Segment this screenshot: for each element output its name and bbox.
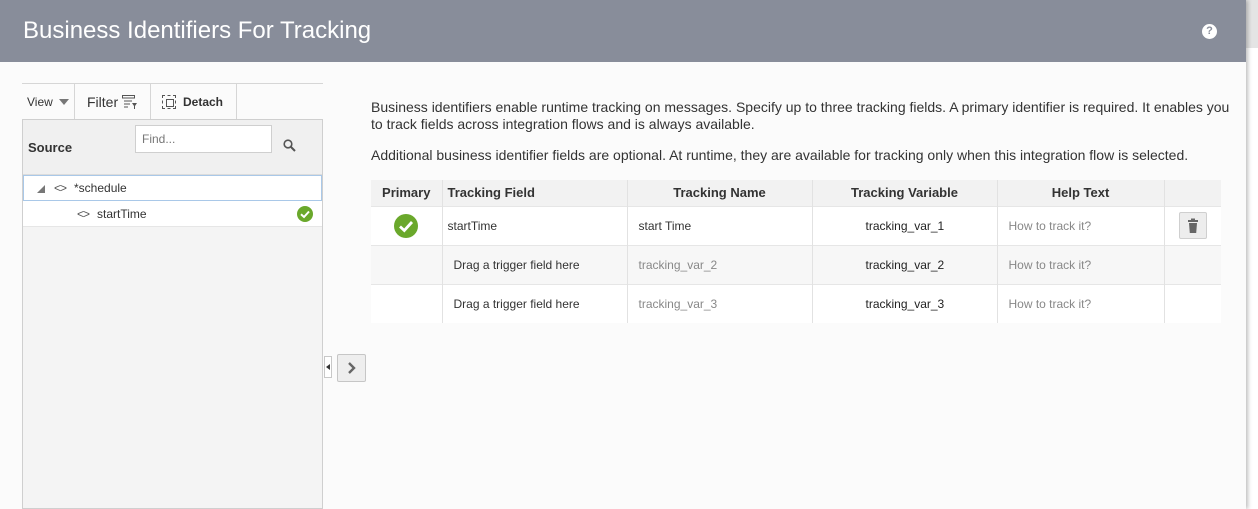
view-label: View bbox=[27, 94, 53, 109]
tracking-dialog: Business Identifiers For Tracking ? View… bbox=[0, 0, 1246, 509]
search-icon[interactable] bbox=[283, 139, 296, 152]
column-header-tracking-name: Tracking Name bbox=[626, 180, 812, 206]
help-text-input[interactable]: How to track it? bbox=[996, 244, 1164, 284]
actions-cell bbox=[1163, 283, 1221, 323]
description-optional-text: Additional business identifier fields ar… bbox=[371, 147, 1189, 163]
actions-cell bbox=[1163, 205, 1221, 245]
primary-cell bbox=[371, 205, 442, 245]
table-row: Drag a trigger field here tracking_var_3… bbox=[371, 283, 1221, 323]
dialog-header: Business Identifiers For Tracking ? bbox=[0, 0, 1246, 62]
detach-label: Detach bbox=[183, 94, 224, 109]
tracking-name-input[interactable]: tracking_var_2 bbox=[626, 244, 812, 284]
tracking-name-input[interactable]: start Time bbox=[626, 205, 812, 245]
tracking-variable-cell: tracking_var_1 bbox=[811, 205, 997, 245]
expand-caret-icon[interactable] bbox=[37, 185, 45, 193]
tree-node-starttime[interactable]: <> startTime bbox=[23, 201, 322, 227]
source-header: Source bbox=[23, 120, 322, 175]
primary-cell bbox=[371, 283, 442, 323]
tracking-variable-cell: tracking_var_3 bbox=[811, 283, 997, 323]
tracking-variable-cell: tracking_var_2 bbox=[811, 244, 997, 284]
column-header-actions bbox=[1163, 180, 1221, 206]
element-icon: <> bbox=[54, 181, 67, 195]
background-gutter bbox=[1246, 0, 1258, 509]
tree-node-label: *schedule bbox=[74, 181, 127, 195]
column-header-tracking-variable: Tracking Variable bbox=[811, 180, 997, 206]
column-header-tracking-field: Tracking Field bbox=[441, 180, 627, 206]
trash-icon bbox=[1187, 218, 1198, 233]
delete-button[interactable] bbox=[1178, 212, 1207, 239]
filter-button[interactable]: Filter bbox=[75, 84, 151, 119]
actions-cell bbox=[1163, 244, 1221, 284]
help-text-input[interactable]: How to track it? bbox=[996, 205, 1164, 245]
source-tree-panel: Source <> *schedule <> startTime bbox=[22, 119, 323, 509]
detach-button[interactable]: Detach bbox=[151, 84, 237, 119]
filter-icon bbox=[122, 94, 138, 109]
move-right-button[interactable] bbox=[337, 354, 366, 382]
description-text: Business identifiers enable runtime trac… bbox=[371, 99, 1230, 132]
background-strip bbox=[1246, 0, 1258, 48]
tree-node-schedule[interactable]: <> *schedule bbox=[23, 175, 322, 201]
tracking-name-input[interactable]: tracking_var_3 bbox=[626, 283, 812, 323]
element-icon: <> bbox=[77, 207, 90, 221]
column-header-help-text: Help Text bbox=[996, 180, 1164, 206]
source-toolbar: View Filter Detach bbox=[22, 84, 237, 119]
source-label: Source bbox=[28, 140, 73, 155]
dialog-title: Business Identifiers For Tracking bbox=[23, 17, 372, 44]
find-input[interactable] bbox=[135, 125, 272, 153]
checkmark-icon bbox=[394, 213, 419, 238]
tracking-field-cell[interactable]: startTime bbox=[441, 205, 627, 245]
checkmark-icon bbox=[297, 206, 313, 222]
help-icon[interactable]: ? bbox=[1202, 24, 1217, 39]
tree-node-label: startTime bbox=[97, 207, 147, 221]
table-row: startTime start Time tracking_var_1 How … bbox=[371, 205, 1221, 245]
primary-cell bbox=[371, 244, 442, 284]
tracking-field-cell[interactable]: Drag a trigger field here bbox=[441, 244, 627, 284]
tracking-fields-table: Primary Tracking Field Tracking Name Tra… bbox=[371, 180, 1221, 323]
collapse-panel-handle[interactable] bbox=[324, 356, 332, 378]
table-header-row: Primary Tracking Field Tracking Name Tra… bbox=[371, 180, 1221, 206]
view-menu-button[interactable]: View bbox=[22, 84, 75, 119]
filter-label: Filter bbox=[87, 93, 119, 110]
table-row: Drag a trigger field here tracking_var_2… bbox=[371, 244, 1221, 284]
column-header-primary: Primary bbox=[371, 180, 442, 206]
chevron-down-icon bbox=[58, 98, 69, 105]
tracking-field-cell[interactable]: Drag a trigger field here bbox=[441, 283, 627, 323]
chevron-right-icon bbox=[348, 362, 356, 374]
detach-icon bbox=[162, 94, 176, 109]
help-text-input[interactable]: How to track it? bbox=[996, 283, 1164, 323]
